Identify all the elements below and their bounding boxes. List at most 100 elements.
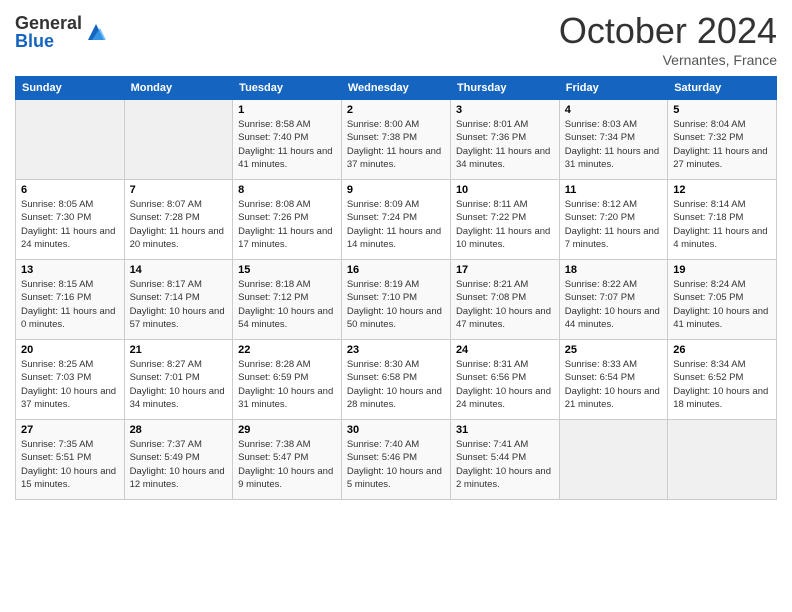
logo: General Blue (15, 14, 108, 50)
day-number: 28 (130, 424, 228, 436)
day-number: 3 (456, 104, 554, 116)
day-number: 25 (565, 344, 662, 356)
calendar-cell: 13 Sunrise: 8:15 AMSunset: 7:16 PMDayligh… (16, 260, 125, 340)
day-number: 10 (456, 184, 554, 196)
calendar-cell: 8 Sunrise: 8:08 AMSunset: 7:26 PMDaylight… (233, 180, 342, 260)
day-info: Sunrise: 8:08 AMSunset: 7:26 PMDaylight:… (238, 198, 336, 251)
day-info: Sunrise: 8:27 AMSunset: 7:01 PMDaylight:… (130, 358, 228, 411)
day-info: Sunrise: 8:30 AMSunset: 6:58 PMDaylight:… (347, 358, 445, 411)
day-number: 22 (238, 344, 336, 356)
day-info: Sunrise: 8:18 AMSunset: 7:12 PMDaylight:… (238, 278, 336, 331)
calendar-cell: 31 Sunrise: 7:41 AMSunset: 5:44 PMDayligh… (450, 420, 559, 500)
day-info: Sunrise: 8:07 AMSunset: 7:28 PMDaylight:… (130, 198, 228, 251)
day-number: 19 (673, 264, 771, 276)
day-info: Sunrise: 7:41 AMSunset: 5:44 PMDaylight:… (456, 438, 554, 491)
day-number: 26 (673, 344, 771, 356)
day-number: 7 (130, 184, 228, 196)
calendar-cell: 6Sunrise: 8:05 AMSunset: 7:30 PMDaylight… (16, 180, 125, 260)
day-number: 13 (21, 264, 119, 276)
calendar-week-row: 27Sunrise: 7:35 AMSunset: 5:51 PMDayligh… (16, 420, 777, 500)
calendar-cell: 10 Sunrise: 8:11 AMSunset: 7:22 PMDayligh… (450, 180, 559, 260)
weekday-header: Monday (124, 77, 233, 100)
calendar-cell: 18 Sunrise: 8:22 AMSunset: 7:07 PMDayligh… (559, 260, 667, 340)
calendar-cell (559, 420, 667, 500)
page-header: General Blue October 2024 Vernantes, Fra… (15, 10, 777, 68)
day-info: Sunrise: 8:58 AMSunset: 7:40 PMDaylight:… (238, 118, 336, 171)
day-number: 4 (565, 104, 662, 116)
day-info: Sunrise: 8:12 AMSunset: 7:20 PMDaylight:… (565, 198, 662, 251)
day-number: 14 (130, 264, 228, 276)
calendar-cell: 28Sunrise: 7:37 AMSunset: 5:49 PMDayligh… (124, 420, 233, 500)
title-block: October 2024 Vernantes, France (559, 10, 777, 68)
day-info: Sunrise: 8:00 AMSunset: 7:38 PMDaylight:… (347, 118, 445, 171)
calendar-cell: 15 Sunrise: 8:18 AMSunset: 7:12 PMDayligh… (233, 260, 342, 340)
calendar-cell: 23Sunrise: 8:30 AMSunset: 6:58 PMDayligh… (341, 340, 450, 420)
calendar-cell: 30Sunrise: 7:40 AMSunset: 5:46 PMDayligh… (341, 420, 450, 500)
calendar-table: SundayMondayTuesdayWednesdayThursdayFrid… (15, 76, 777, 500)
weekday-header-row: SundayMondayTuesdayWednesdayThursdayFrid… (16, 77, 777, 100)
calendar-cell: 14 Sunrise: 8:17 AMSunset: 7:14 PMDayligh… (124, 260, 233, 340)
calendar-cell: 20 Sunrise: 8:25 AMSunset: 7:03 PMDayligh… (16, 340, 125, 420)
day-number: 15 (238, 264, 336, 276)
day-number: 16 (347, 264, 445, 276)
calendar-cell (16, 100, 125, 180)
calendar-cell: 5 Sunrise: 8:04 AMSunset: 7:32 PMDaylight… (668, 100, 777, 180)
day-number: 2 (347, 104, 445, 116)
day-number: 20 (21, 344, 119, 356)
day-number: 17 (456, 264, 554, 276)
day-info: Sunrise: 8:22 AMSunset: 7:07 PMDaylight:… (565, 278, 662, 331)
calendar-cell: 9 Sunrise: 8:09 AMSunset: 7:24 PMDaylight… (341, 180, 450, 260)
calendar-cell (668, 420, 777, 500)
calendar-cell: 4 Sunrise: 8:03 AMSunset: 7:34 PMDaylight… (559, 100, 667, 180)
logo-text: General Blue (15, 14, 82, 50)
calendar-cell: 1Sunrise: 8:58 AMSunset: 7:40 PMDaylight… (233, 100, 342, 180)
day-number: 9 (347, 184, 445, 196)
day-number: 18 (565, 264, 662, 276)
day-info: Sunrise: 8:33 AMSunset: 6:54 PMDaylight:… (565, 358, 662, 411)
day-info: Sunrise: 8:25 AMSunset: 7:03 PMDaylight:… (21, 358, 119, 411)
calendar-week-row: 1Sunrise: 8:58 AMSunset: 7:40 PMDaylight… (16, 100, 777, 180)
day-info: Sunrise: 8:31 AMSunset: 6:56 PMDaylight:… (456, 358, 554, 411)
calendar-cell: 17Sunrise: 8:21 AMSunset: 7:08 PMDayligh… (450, 260, 559, 340)
day-info: Sunrise: 8:04 AMSunset: 7:32 PMDaylight:… (673, 118, 771, 171)
weekday-header: Friday (559, 77, 667, 100)
calendar-cell: 2 Sunrise: 8:00 AMSunset: 7:38 PMDaylight… (341, 100, 450, 180)
day-info: Sunrise: 8:15 AMSunset: 7:16 PMDaylight:… (21, 278, 119, 331)
day-info: Sunrise: 7:35 AMSunset: 5:51 PMDaylight:… (21, 438, 119, 491)
calendar-cell: 16Sunrise: 8:19 AMSunset: 7:10 PMDayligh… (341, 260, 450, 340)
calendar-week-row: 20 Sunrise: 8:25 AMSunset: 7:03 PMDayligh… (16, 340, 777, 420)
day-info: Sunrise: 8:17 AMSunset: 7:14 PMDaylight:… (130, 278, 228, 331)
calendar-cell: 19 Sunrise: 8:24 AMSunset: 7:05 PMDayligh… (668, 260, 777, 340)
weekday-header: Tuesday (233, 77, 342, 100)
day-number: 29 (238, 424, 336, 436)
calendar-cell: 7 Sunrise: 8:07 AMSunset: 7:28 PMDaylight… (124, 180, 233, 260)
day-info: Sunrise: 8:09 AMSunset: 7:24 PMDaylight:… (347, 198, 445, 251)
calendar-cell: 21 Sunrise: 8:27 AMSunset: 7:01 PMDayligh… (124, 340, 233, 420)
day-info: Sunrise: 8:14 AMSunset: 7:18 PMDaylight:… (673, 198, 771, 251)
day-info: Sunrise: 8:28 AMSunset: 6:59 PMDaylight:… (238, 358, 336, 411)
day-info: Sunrise: 8:11 AMSunset: 7:22 PMDaylight:… (456, 198, 554, 251)
day-number: 21 (130, 344, 228, 356)
weekday-header: Thursday (450, 77, 559, 100)
calendar-cell: 27Sunrise: 7:35 AMSunset: 5:51 PMDayligh… (16, 420, 125, 500)
day-info: Sunrise: 8:05 AMSunset: 7:30 PMDaylight:… (21, 198, 119, 251)
day-number: 24 (456, 344, 554, 356)
weekday-header: Wednesday (341, 77, 450, 100)
day-number: 8 (238, 184, 336, 196)
calendar-cell: 26 Sunrise: 8:34 AMSunset: 6:52 PMDayligh… (668, 340, 777, 420)
day-info: Sunrise: 8:34 AMSunset: 6:52 PMDaylight:… (673, 358, 771, 411)
day-number: 30 (347, 424, 445, 436)
calendar-cell: 29 Sunrise: 7:38 AMSunset: 5:47 PMDayligh… (233, 420, 342, 500)
day-number: 5 (673, 104, 771, 116)
calendar-cell: 12 Sunrise: 8:14 AMSunset: 7:18 PMDayligh… (668, 180, 777, 260)
weekday-header: Sunday (16, 77, 125, 100)
calendar-week-row: 6Sunrise: 8:05 AMSunset: 7:30 PMDaylight… (16, 180, 777, 260)
logo-blue: Blue (15, 32, 82, 50)
month-title: October 2024 (559, 10, 777, 52)
day-number: 12 (673, 184, 771, 196)
day-info: Sunrise: 8:24 AMSunset: 7:05 PMDaylight:… (673, 278, 771, 331)
calendar-cell (124, 100, 233, 180)
day-info: Sunrise: 8:03 AMSunset: 7:34 PMDaylight:… (565, 118, 662, 171)
day-info: Sunrise: 7:38 AMSunset: 5:47 PMDaylight:… (238, 438, 336, 491)
day-number: 31 (456, 424, 554, 436)
